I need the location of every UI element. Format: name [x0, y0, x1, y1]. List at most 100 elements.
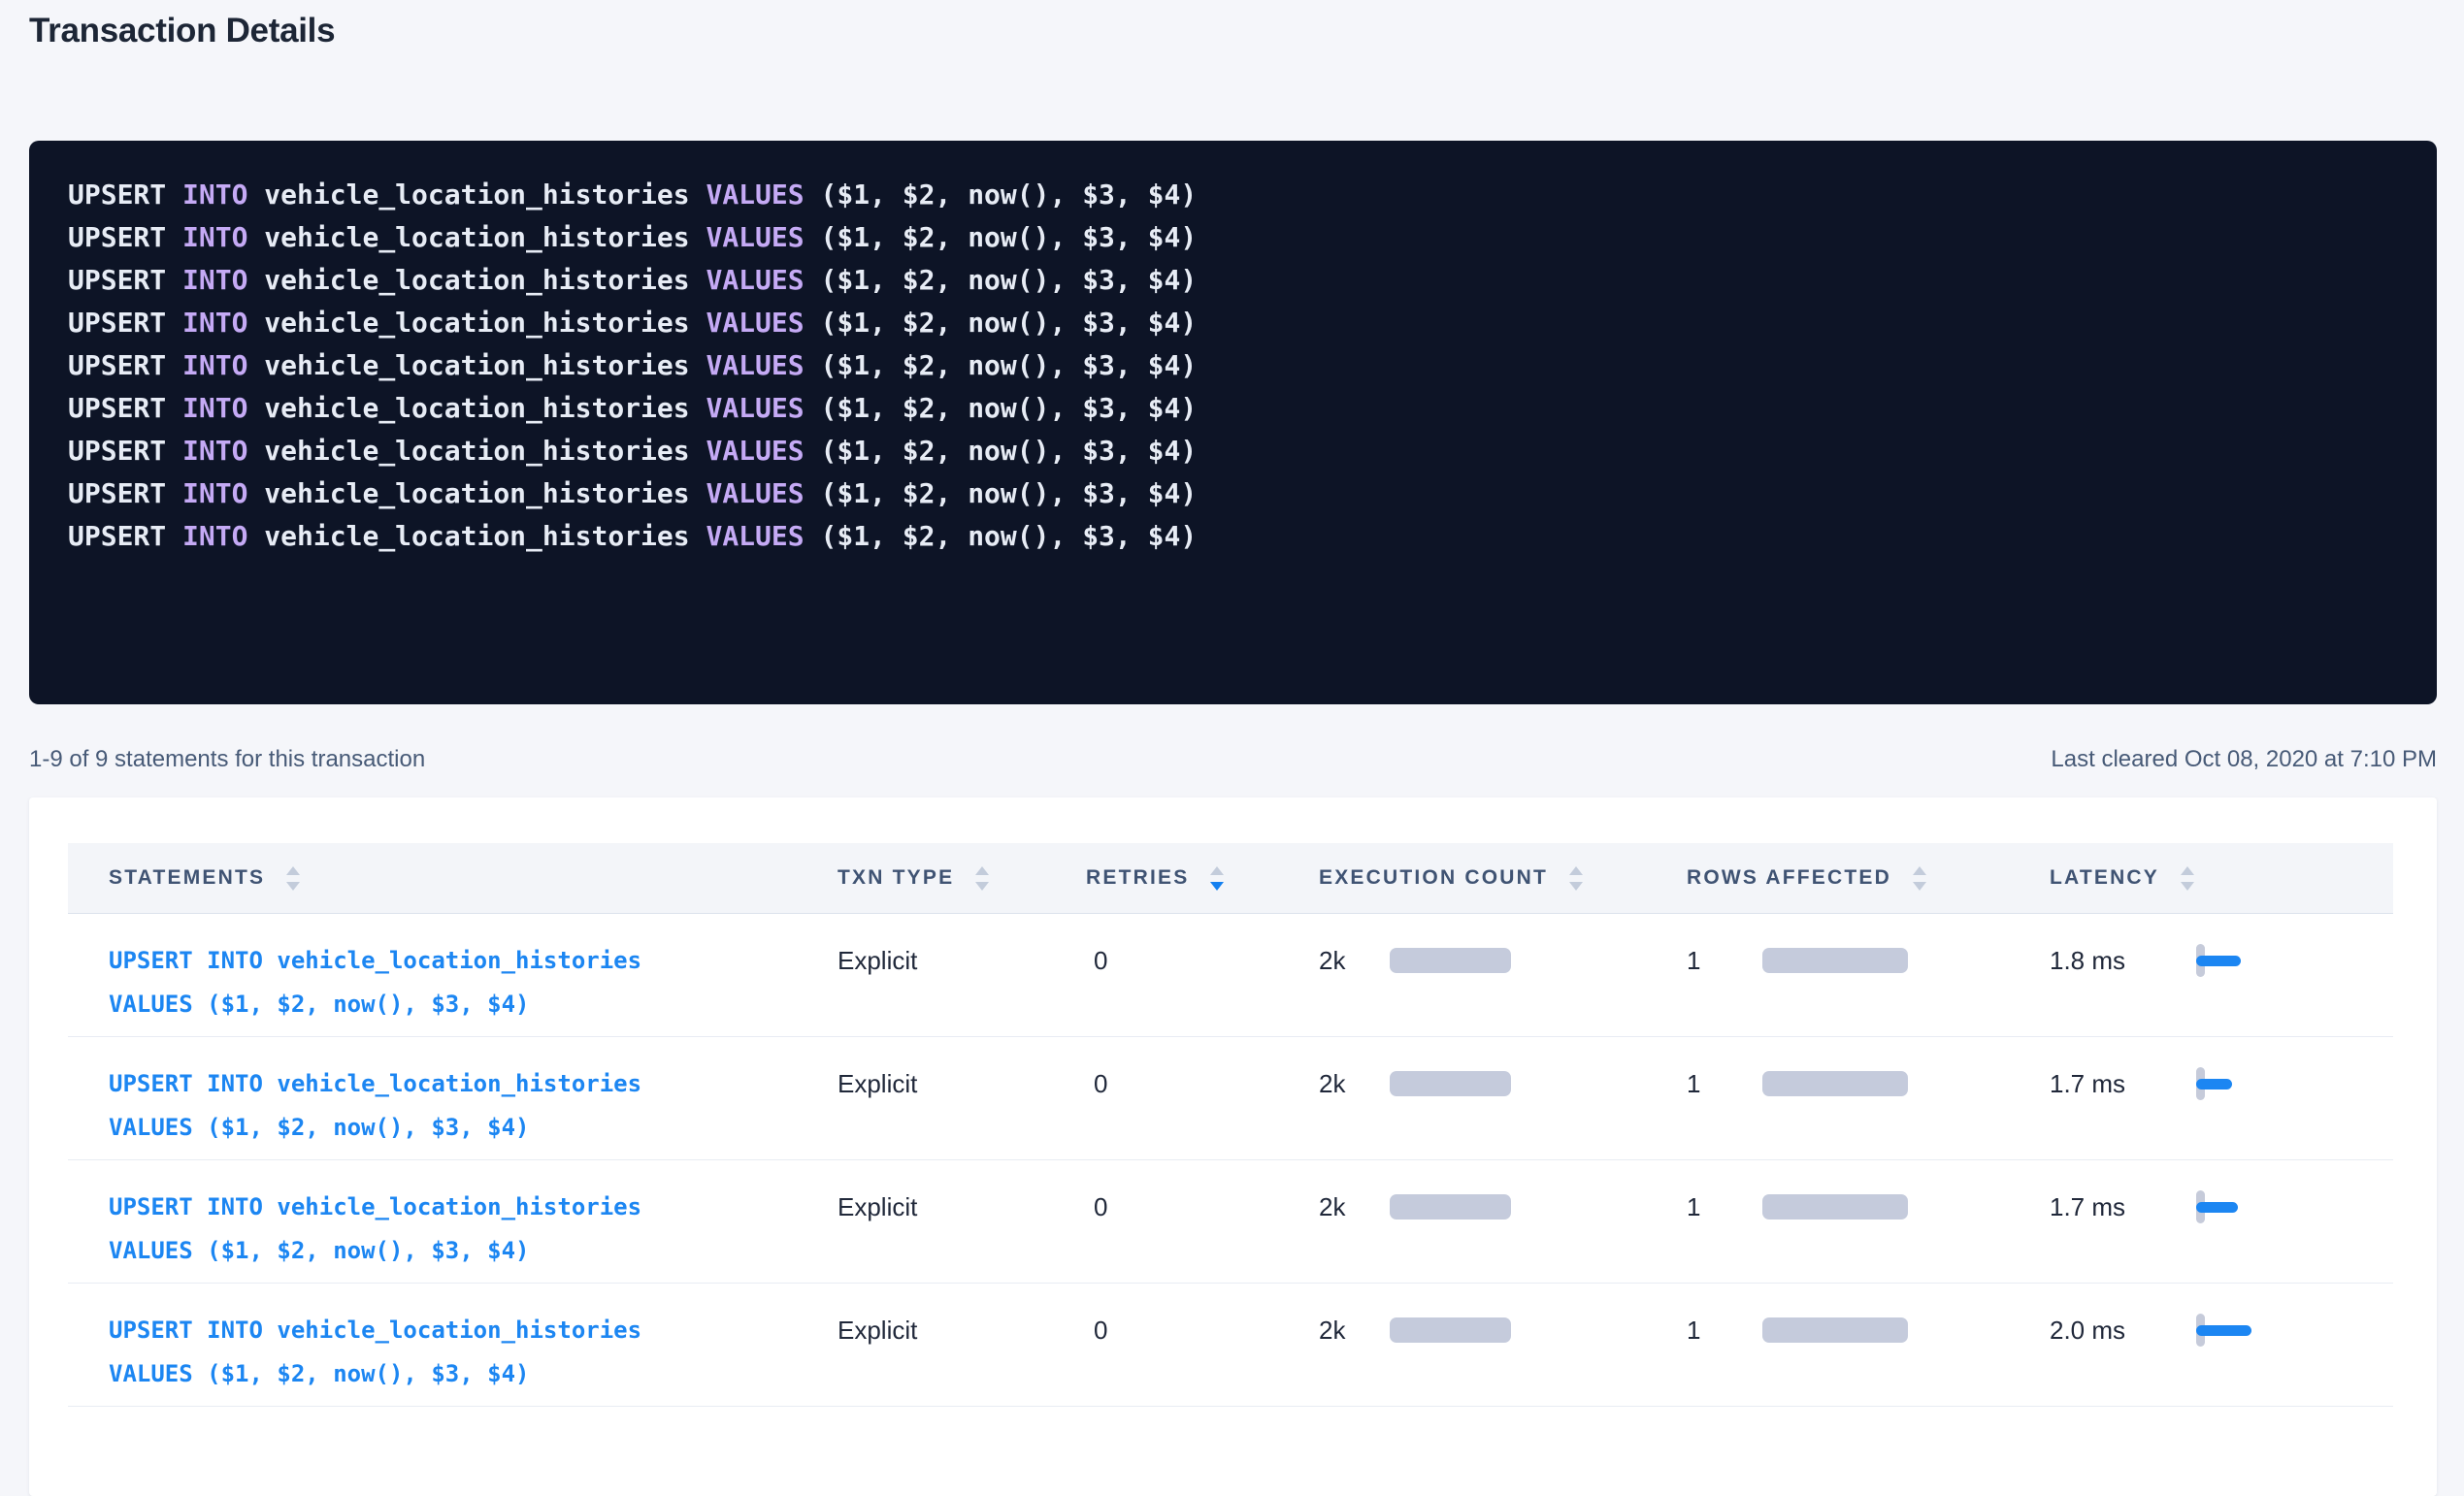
sort-ascending-icon — [975, 866, 989, 875]
rows-affected-bar — [1762, 1317, 1908, 1343]
column-header-label: ROWS AFFECTED — [1687, 866, 1891, 890]
retries-value: 0 — [1094, 1192, 1107, 1221]
sql-keyword: VALUES — [706, 179, 804, 211]
latency-bar-chart — [2196, 1311, 2264, 1350]
sql-text: ($1, $2, now(), $3, $4) — [805, 264, 1198, 296]
table-row: UPSERT INTO vehicle_location_historiesVA… — [68, 914, 2393, 1037]
execution-count-value: 2k — [1319, 1309, 1390, 1352]
statement-line-2: VALUES ($1, $2, now(), $3, $4) — [109, 983, 838, 1026]
transaction-details-page: Transaction Details UPSERT INTO vehicle_… — [0, 0, 2464, 1496]
page-title: Transaction Details — [29, 10, 2437, 52]
sql-text: UPSERT — [68, 307, 182, 339]
execution-count-bar — [1390, 1194, 1511, 1220]
latency-value: 2.0 ms — [2050, 1309, 2196, 1352]
execution-count-value: 2k — [1319, 1186, 1390, 1229]
sql-text: vehicle_location_histories — [247, 349, 706, 381]
table-row: UPSERT INTO vehicle_location_historiesVA… — [68, 1284, 2393, 1407]
sql-text: vehicle_location_histories — [247, 307, 706, 339]
sql-keyword: VALUES — [706, 349, 804, 381]
sql-text: ($1, $2, now(), $3, $4) — [805, 179, 1198, 211]
column-header-latency[interactable]: LATENCY — [2050, 843, 2393, 914]
latency-bar — [2196, 956, 2241, 966]
statement-line-2: VALUES ($1, $2, now(), $3, $4) — [109, 1352, 838, 1396]
sql-statement-line: UPSERT INTO vehicle_location_histories V… — [68, 259, 2398, 302]
sort-arrows — [1569, 866, 1583, 891]
statement-link[interactable]: UPSERT INTO vehicle_location_historiesVA… — [109, 1062, 838, 1150]
sql-text: ($1, $2, now(), $3, $4) — [805, 221, 1198, 253]
latency-bar-chart — [2196, 1064, 2264, 1103]
sql-keyword: INTO — [182, 179, 247, 211]
retries-value: 0 — [1094, 1316, 1107, 1345]
sql-text: UPSERT — [68, 221, 182, 253]
summary-row: 1-9 of 9 statements for this transaction… — [29, 745, 2437, 774]
column-header-rows-affected[interactable]: ROWS AFFECTED — [1687, 843, 2050, 914]
sql-text: UPSERT — [68, 392, 182, 424]
sql-keyword: VALUES — [706, 307, 804, 339]
sort-arrows — [1210, 866, 1224, 891]
statement-line-1: UPSERT INTO vehicle_location_histories — [109, 1186, 838, 1229]
sort-arrows — [1913, 866, 1926, 891]
table-row: UPSERT INTO vehicle_location_historiesVA… — [68, 1037, 2393, 1160]
latency-bar-chart — [2196, 941, 2264, 980]
sql-keyword: INTO — [182, 435, 247, 467]
sql-text: UPSERT — [68, 435, 182, 467]
column-header-statements[interactable]: STATEMENTS — [68, 843, 838, 914]
sql-text: vehicle_location_histories — [247, 179, 706, 211]
latency-bar — [2196, 1079, 2232, 1089]
column-header-txn-type[interactable]: TXN TYPE — [838, 843, 1086, 914]
sql-statement-line: UPSERT INTO vehicle_location_histories V… — [68, 216, 2398, 259]
sql-text: ($1, $2, now(), $3, $4) — [805, 392, 1198, 424]
statements-count-summary: 1-9 of 9 statements for this transaction — [29, 745, 425, 774]
table-row: UPSERT INTO vehicle_location_historiesVA… — [68, 1160, 2393, 1284]
latency-value: 1.7 ms — [2050, 1062, 2196, 1106]
statement-line-1: UPSERT INTO vehicle_location_histories — [109, 1062, 838, 1106]
column-header-label: RETRIES — [1086, 866, 1189, 890]
column-header-retries[interactable]: RETRIES — [1086, 843, 1319, 914]
statements-table: STATEMENTS TXN TYPE RETRIES EXECUTION COUNT… — [68, 843, 2393, 1407]
txn-type-value: Explicit — [838, 1192, 917, 1221]
sql-text: ($1, $2, now(), $3, $4) — [805, 520, 1198, 552]
sql-keyword: VALUES — [706, 264, 804, 296]
column-header-label: STATEMENTS — [109, 866, 265, 890]
sql-text: UPSERT — [68, 349, 182, 381]
column-header-label: TXN TYPE — [838, 866, 954, 890]
statement-link[interactable]: UPSERT INTO vehicle_location_historiesVA… — [109, 1186, 838, 1273]
sql-text: vehicle_location_histories — [247, 264, 706, 296]
rows-affected-bar — [1762, 1071, 1908, 1096]
sql-text: ($1, $2, now(), $3, $4) — [805, 307, 1198, 339]
sql-keyword: INTO — [182, 392, 247, 424]
rows-affected-bar — [1762, 948, 1908, 973]
sort-ascending-icon — [1210, 866, 1224, 875]
retries-value: 0 — [1094, 1069, 1107, 1098]
sql-keyword: VALUES — [706, 392, 804, 424]
sql-keyword: VALUES — [706, 221, 804, 253]
sort-descending-icon — [975, 882, 989, 891]
execution-count-value: 2k — [1319, 1062, 1390, 1106]
sql-keyword: VALUES — [706, 477, 804, 509]
sort-arrows — [286, 866, 300, 891]
column-header-label: LATENCY — [2050, 866, 2159, 890]
statement-link[interactable]: UPSERT INTO vehicle_location_historiesVA… — [109, 1309, 838, 1396]
rows-affected-value: 1 — [1687, 939, 1762, 983]
sort-ascending-icon — [2181, 866, 2194, 875]
sql-statement-line: UPSERT INTO vehicle_location_histories V… — [68, 515, 2398, 558]
sql-keyword: INTO — [182, 520, 247, 552]
txn-type-value: Explicit — [838, 1316, 917, 1345]
sql-text: vehicle_location_histories — [247, 477, 706, 509]
sql-statements-box: UPSERT INTO vehicle_location_histories V… — [29, 141, 2437, 704]
statement-line-1: UPSERT INTO vehicle_location_histories — [109, 1309, 838, 1352]
sql-keyword: INTO — [182, 264, 247, 296]
sort-ascending-icon — [286, 866, 300, 875]
sql-text: vehicle_location_histories — [247, 520, 706, 552]
sort-arrows — [975, 866, 989, 891]
sql-keyword: VALUES — [706, 435, 804, 467]
sort-ascending-icon — [1569, 866, 1583, 875]
latency-bar — [2196, 1325, 2251, 1336]
sql-text: UPSERT — [68, 477, 182, 509]
column-header-execution-count[interactable]: EXECUTION COUNT — [1319, 843, 1687, 914]
column-header-label: EXECUTION COUNT — [1319, 866, 1548, 890]
sql-text: vehicle_location_histories — [247, 435, 706, 467]
statement-link[interactable]: UPSERT INTO vehicle_location_historiesVA… — [109, 939, 838, 1026]
sql-keyword: VALUES — [706, 520, 804, 552]
statement-line-2: VALUES ($1, $2, now(), $3, $4) — [109, 1106, 838, 1150]
